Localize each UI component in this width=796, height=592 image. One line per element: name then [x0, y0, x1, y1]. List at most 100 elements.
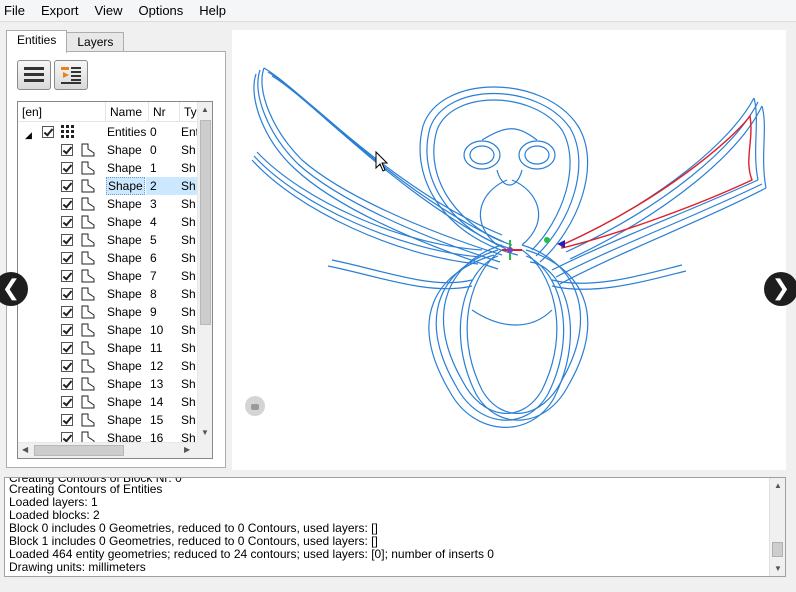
tree-header: [en] Name Nr Ty — [18, 102, 198, 122]
menu-view[interactable]: View — [87, 0, 131, 22]
shape-checkbox[interactable] — [61, 414, 73, 426]
log-scrollbar[interactable]: ▲ ▼ — [769, 478, 785, 576]
tree-vscroll-thumb[interactable] — [200, 120, 211, 325]
menu-options[interactable]: Options — [130, 0, 191, 22]
shape-nr: 8 — [150, 287, 157, 301]
tree-hscroll-thumb[interactable] — [34, 445, 124, 456]
shape-type: Sh — [181, 177, 198, 195]
tree-row-shape[interactable]: Shape 7 Sh — [18, 267, 198, 285]
menu-bar: File Export View Options Help — [0, 0, 796, 22]
shape-nr: 9 — [150, 305, 157, 319]
entities-tree[interactable]: [en] Name Nr Ty ◢ Entities 0 Ent Shape 0… — [17, 101, 213, 459]
tree-row-shape[interactable]: Shape 6 Sh — [18, 249, 198, 267]
shape-name: Shape — [107, 197, 142, 211]
tree-row-shape[interactable]: Shape 8 Sh — [18, 285, 198, 303]
shape-name: Shape — [107, 287, 142, 301]
tree-row-shape[interactable]: Shape 5 Sh — [18, 231, 198, 249]
left-wing-shape — [251, 67, 507, 270]
tree-row-shape[interactable]: Shape 2 Sh — [18, 177, 198, 195]
left-panel: Entities Layers [en] Name Nr Ty ◢ Entiti… — [6, 30, 226, 468]
column-header-en[interactable]: [en] — [18, 102, 106, 122]
shape-checkbox[interactable] — [61, 324, 73, 336]
column-header-nr[interactable]: Nr — [149, 102, 180, 122]
shape-checkbox[interactable] — [61, 216, 73, 228]
tree-row-shape[interactable]: Shape 15 Sh — [18, 411, 198, 429]
scroll-right-icon[interactable]: ▶ — [184, 445, 190, 454]
zoom-indicator-icon[interactable] — [245, 396, 265, 416]
shape-name: Shape — [107, 251, 142, 265]
column-header-name[interactable]: Name — [106, 102, 149, 122]
scroll-left-icon[interactable]: ◀ — [22, 445, 28, 454]
shape-nr: 11 — [150, 341, 163, 355]
tree-row-root[interactable]: ◢ Entities 0 Ent — [18, 123, 198, 141]
list-expand-icon — [61, 67, 81, 84]
expand-all-button[interactable] — [54, 60, 88, 90]
root-checkbox[interactable] — [42, 126, 54, 138]
tree-row-shape[interactable]: Shape 4 Sh — [18, 213, 198, 231]
tab-entities[interactable]: Entities — [6, 30, 68, 53]
shape-type: Sh — [181, 377, 196, 391]
drawing-canvas[interactable] — [232, 30, 786, 470]
selected-contour-red — [561, 114, 753, 249]
tree-row-shape[interactable]: Shape 1 Sh — [18, 159, 198, 177]
shape-checkbox[interactable] — [61, 306, 73, 318]
tree-row-shape[interactable]: Shape 3 Sh — [18, 195, 198, 213]
tree-vertical-scrollbar[interactable]: ▲ ▼ — [197, 102, 212, 442]
message-log[interactable]: Creating Contours of Block Nr: 0 Creatin… — [4, 477, 786, 577]
shape-checkbox[interactable] — [61, 342, 73, 354]
shape-nr: 4 — [150, 215, 157, 229]
tree-row-shape[interactable]: Shape 11 Sh — [18, 339, 198, 357]
scroll-corner — [197, 442, 212, 458]
tree-row-shape[interactable]: Shape 0 Sh — [18, 141, 198, 159]
shape-name: Shape — [107, 413, 142, 427]
shape-checkbox[interactable] — [61, 396, 73, 408]
shape-checkbox[interactable] — [61, 378, 73, 390]
shape-name: Shape — [107, 395, 142, 409]
tree-horizontal-scrollbar[interactable]: ◀ ▶ — [18, 442, 198, 458]
shape-checkbox[interactable] — [61, 360, 73, 372]
log-scroll-up-icon[interactable]: ▲ — [774, 481, 782, 490]
shape-checkbox[interactable] — [61, 162, 73, 174]
tab-layers[interactable]: Layers — [66, 32, 125, 53]
menu-file[interactable]: File — [0, 0, 33, 22]
shape-checkbox[interactable] — [61, 270, 73, 282]
tree-row-shape[interactable]: Shape 13 Sh — [18, 375, 198, 393]
tree-row-shape[interactable]: Shape 14 Sh — [18, 393, 198, 411]
shape-checkbox[interactable] — [61, 252, 73, 264]
shape-type: Sh — [181, 413, 196, 427]
menu-help[interactable]: Help — [191, 0, 234, 22]
shape-checkbox[interactable] — [61, 180, 73, 192]
log-line-7: Drawing units: millimeters — [9, 560, 146, 574]
menu-export[interactable]: Export — [33, 0, 87, 22]
tab-bar: Entities Layers — [6, 30, 125, 53]
collapse-all-button[interactable] — [17, 60, 51, 90]
owl-drawing — [251, 67, 767, 428]
shape-checkbox[interactable] — [61, 234, 73, 246]
shape-nr: 6 — [150, 251, 157, 265]
shape-type: Sh — [181, 305, 196, 319]
log-scroll-thumb[interactable] — [772, 542, 783, 557]
shape-type: Sh — [181, 323, 196, 337]
log-scroll-down-icon[interactable]: ▼ — [774, 564, 782, 573]
shape-nr: 5 — [150, 233, 157, 247]
tree-row-shape[interactable]: Shape 12 Sh — [18, 357, 198, 375]
scroll-up-icon[interactable]: ▲ — [201, 105, 209, 114]
shape-name: Shape — [107, 305, 142, 319]
shape-nr: 14 — [150, 395, 164, 409]
shape-type: Sh — [181, 233, 196, 247]
list-collapse-icon — [24, 67, 44, 82]
shape-type: Sh — [181, 143, 196, 157]
shape-nr: 0 — [150, 143, 157, 157]
shape-checkbox[interactable] — [61, 144, 73, 156]
scroll-down-icon[interactable]: ▼ — [201, 428, 209, 437]
shape-nr: 12 — [150, 359, 164, 373]
shape-checkbox[interactable] — [61, 198, 73, 210]
next-image-button[interactable]: ❯ — [764, 272, 796, 306]
shape-name: Shape — [107, 341, 142, 355]
tree-row-shape[interactable]: Shape 10 Sh — [18, 321, 198, 339]
tree-row-shape[interactable]: Shape 9 Sh — [18, 303, 198, 321]
shape-nr: 1 — [150, 161, 157, 175]
column-header-type[interactable]: Ty — [180, 102, 198, 122]
shape-checkbox[interactable] — [61, 288, 73, 300]
shape-type: Sh — [181, 359, 196, 373]
